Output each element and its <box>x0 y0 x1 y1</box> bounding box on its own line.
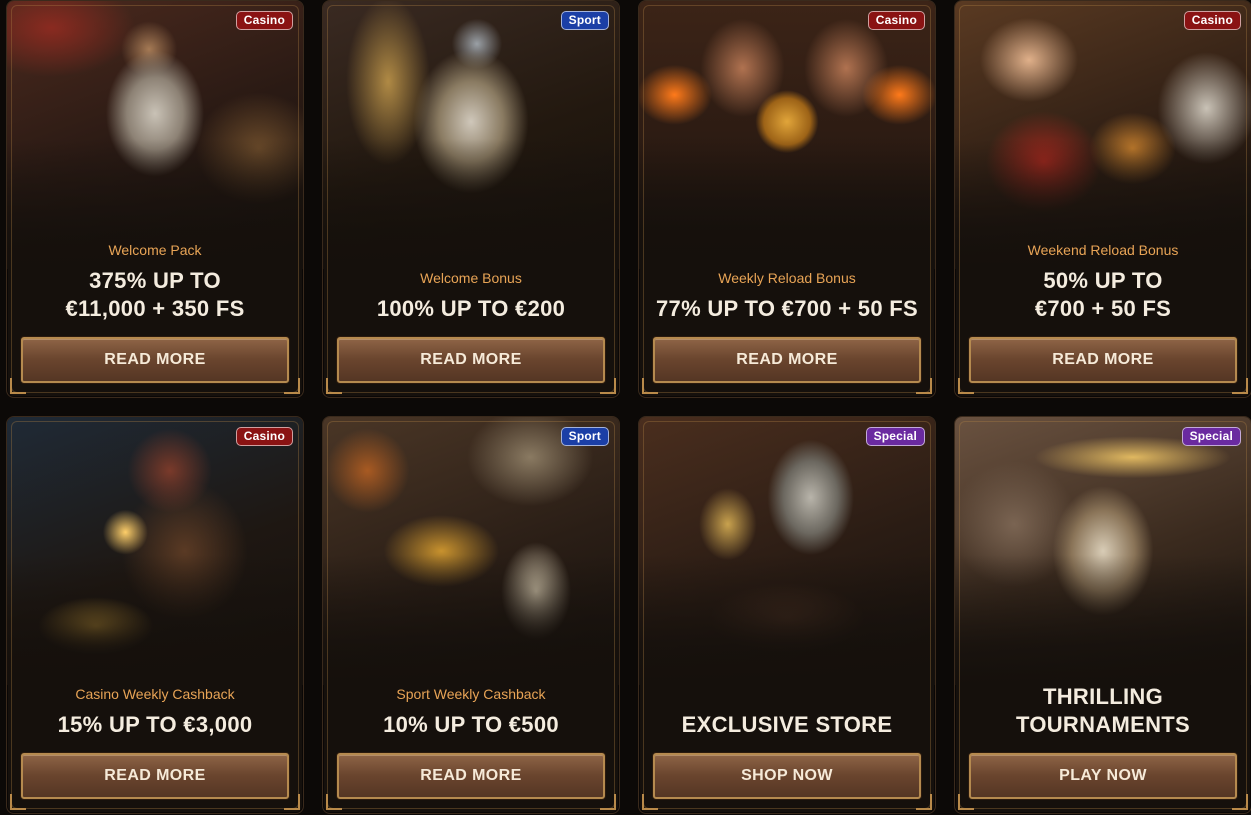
promo-headline: 50% UP TO €700 + 50 FS <box>1034 268 1172 321</box>
promo-headline: EXCLUSIVE STORE <box>681 712 893 737</box>
promo-headline: 100% UP TO €200 <box>376 296 566 321</box>
play-now-button[interactable]: PLAY NOW <box>969 753 1237 799</box>
category-badge: Special <box>865 427 925 446</box>
category-badge: Sport <box>560 11 609 30</box>
promo-subtitle: Weekend Reload Bonus <box>1027 242 1179 258</box>
read-more-button[interactable]: READ MORE <box>337 337 605 383</box>
promo-headline: 77% UP TO €700 + 50 FS <box>656 296 918 321</box>
promo-headline: 15% UP TO €3,000 <box>57 712 253 737</box>
promo-card-tournaments[interactable]: Special THRILLING TOURNAMENTS PLAY NOW <box>954 416 1251 814</box>
promo-illustration <box>7 417 303 685</box>
promo-illustration <box>639 1 935 269</box>
promo-subtitle: Weekly Reload Bonus <box>718 270 856 286</box>
promo-card-welcome-bonus[interactable]: Sport Welcome Bonus 100% UP TO €200 READ… <box>322 0 620 398</box>
category-badge: Sport <box>560 427 609 446</box>
promotions-grid: Casino Welcome Pack 375% UP TO €11,000 +… <box>0 0 1251 815</box>
promo-illustration <box>323 1 619 269</box>
category-badge: Casino <box>1183 11 1241 30</box>
promo-subtitle: Welcome Bonus <box>420 270 522 286</box>
promo-illustration <box>955 417 1251 685</box>
promo-card-sport-cashback[interactable]: Sport Sport Weekly Cashback 10% UP TO €5… <box>322 416 620 814</box>
promo-card-weekend-reload[interactable]: Casino Weekend Reload Bonus 50% UP TO €7… <box>954 0 1251 398</box>
promo-illustration <box>323 417 619 685</box>
promo-card-welcome-pack[interactable]: Casino Welcome Pack 375% UP TO €11,000 +… <box>6 0 304 398</box>
promo-card-weekly-reload[interactable]: Casino Weekly Reload Bonus 77% UP TO €70… <box>638 0 936 398</box>
shop-now-button[interactable]: SHOP NOW <box>653 753 921 799</box>
promo-subtitle: Sport Weekly Cashback <box>396 686 546 702</box>
promo-subtitle: Welcome Pack <box>108 242 202 258</box>
promo-card-casino-cashback[interactable]: Casino Casino Weekly Cashback 15% UP TO … <box>6 416 304 814</box>
read-more-button[interactable]: READ MORE <box>653 337 921 383</box>
category-badge: Casino <box>235 427 293 446</box>
category-badge: Casino <box>235 11 293 30</box>
read-more-button[interactable]: READ MORE <box>969 337 1237 383</box>
promo-illustration <box>955 1 1251 269</box>
read-more-button[interactable]: READ MORE <box>21 337 289 383</box>
promo-headline: 375% UP TO €11,000 + 350 FS <box>65 268 245 321</box>
promo-subtitle: Casino Weekly Cashback <box>75 686 235 702</box>
read-more-button[interactable]: READ MORE <box>21 753 289 799</box>
category-badge: Special <box>1181 427 1241 446</box>
promo-headline: 10% UP TO €500 <box>383 712 559 737</box>
promo-card-exclusive-store[interactable]: Special EXCLUSIVE STORE SHOP NOW <box>638 416 936 814</box>
promo-headline: THRILLING TOURNAMENTS <box>1015 684 1190 737</box>
category-badge: Casino <box>867 11 925 30</box>
promo-illustration <box>639 417 935 685</box>
promo-illustration <box>7 1 303 269</box>
read-more-button[interactable]: READ MORE <box>337 753 605 799</box>
